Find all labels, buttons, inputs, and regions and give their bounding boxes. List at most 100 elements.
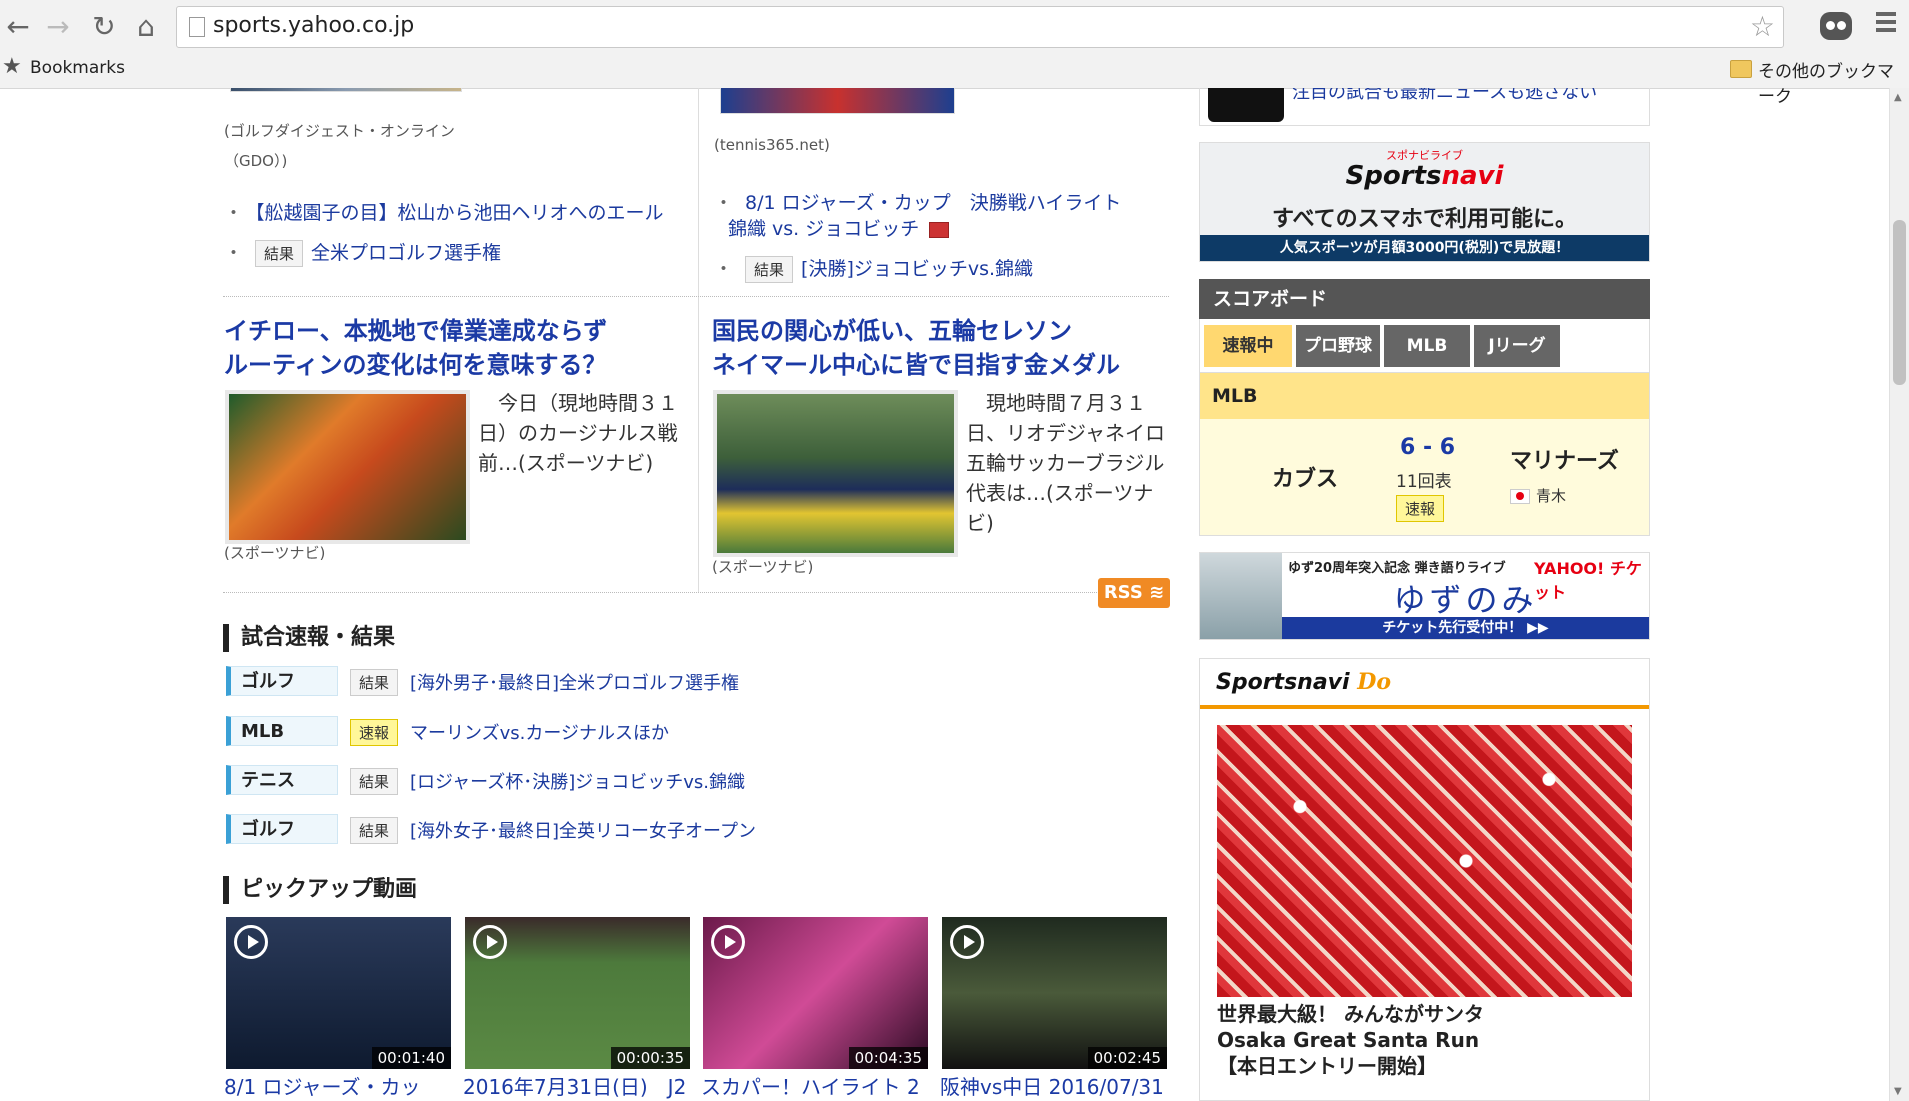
ad-top-text: ゆず20周年突入記念 弾き語りライブ bbox=[1288, 561, 1506, 576]
play-icon bbox=[711, 925, 745, 959]
away-team: マリナーズ bbox=[1510, 449, 1619, 474]
video-duration: 00:04:35 bbox=[848, 1047, 928, 1069]
result-row[interactable]: ゴルフ 結果 [海外女子･最終日]全英リコー女子オープン bbox=[226, 814, 1172, 846]
rss-icon: ≋ bbox=[1149, 582, 1165, 603]
santa-run-image[interactable] bbox=[1217, 725, 1632, 997]
banner-main-text: すべてのスマホで利用可能に。 bbox=[1272, 207, 1577, 232]
scoreboard-game[interactable]: カブス 6 - 6 11回表 速報 マリナーズ 青木 bbox=[1199, 419, 1650, 536]
page-content: (ゴルフダイジェスト・オンライン（GDO）) (tennis365.net) ・… bbox=[0, 88, 1890, 1101]
news-link[interactable]: ・ 8/1 ロジャーズ・カップ 決勝戦ハイライト 錦織 vs. ジョコビッチ bbox=[714, 190, 1121, 242]
scoreboard-league: MLB bbox=[1199, 373, 1650, 419]
article-headline[interactable]: イチロー、本拠地で偉業達成ならず ルーティンの変化は何を意味する？ bbox=[224, 314, 607, 382]
browser-toolbar: ← → ↻ ⌂ sports.yahoo.co.jp ☆ ★ Bookmarks… bbox=[0, 0, 1909, 107]
do-caption[interactable]: 世界最大級！ みんながサンタ Osaka Great Santa Run 【本日… bbox=[1217, 1001, 1484, 1079]
app-promo-box[interactable]: 注目の試合も最新ニュースも逃さない bbox=[1199, 88, 1650, 126]
bookmarks-bar: ★ Bookmarks その他のブックマーク bbox=[0, 54, 1909, 107]
live-badge: 速報 bbox=[350, 719, 399, 746]
result-link[interactable]: [海外男子･最終日]全米プロゴルフ選手権 bbox=[410, 669, 739, 695]
result-sport: ゴルフ bbox=[226, 814, 338, 844]
video-title[interactable]: 阪神vs中日 2016/07/31 bbox=[940, 1071, 1165, 1100]
banner-bottom-text: 人気スポーツが月額3000円(税別)で見放題！ bbox=[1200, 235, 1649, 261]
videos-section-title: ピックアップ動画 bbox=[223, 876, 417, 904]
result-badge: 結果 bbox=[350, 817, 399, 844]
article-source: (スポーツナビ) bbox=[224, 544, 326, 562]
result-sport: テニス bbox=[226, 765, 338, 795]
article-image-baseball[interactable] bbox=[225, 390, 470, 544]
video-duration: 00:01:40 bbox=[371, 1047, 451, 1069]
video-duration: 00:02:45 bbox=[1087, 1047, 1167, 1069]
result-badge: 結果 bbox=[350, 768, 399, 795]
bookmarks-button[interactable]: Bookmarks bbox=[30, 58, 125, 78]
news-link[interactable]: ・【舩越園子の目】松山から池田ヘリオへのエール bbox=[224, 198, 664, 225]
yuzu-ticket-ad[interactable]: ゆず20周年突入記念 弾き語りライブ YAHOO! チケット ゆずのみ チケット… bbox=[1199, 552, 1650, 640]
app-icon bbox=[1208, 88, 1284, 122]
result-link[interactable]: [海外女子･最終日]全英リコー女子オープン bbox=[410, 817, 756, 843]
extension-icon[interactable] bbox=[1820, 12, 1852, 40]
video-thumb[interactable]: 00:01:40 bbox=[226, 917, 451, 1069]
rss-button[interactable]: RSS ≋ bbox=[1098, 578, 1170, 608]
result-link[interactable]: [ロジャーズ杯･決勝]ジョコビッチvs.錦織 bbox=[410, 768, 745, 794]
video-thumb[interactable]: 00:02:45 bbox=[942, 917, 1167, 1069]
menu-icon[interactable] bbox=[1876, 12, 1896, 36]
article-headline[interactable]: 国民の関心が低い、五輪セレソン ネイマール中心に皆で目指す金メダル bbox=[712, 314, 1120, 382]
result-sport: MLB bbox=[226, 716, 338, 746]
article-source: (ゴルフダイジェスト・オンライン（GDO）) bbox=[224, 122, 455, 170]
scroll-up-icon[interactable]: ▲ bbox=[1894, 92, 1902, 103]
video-title[interactable]: 2016年7月31日(日) J2 bbox=[463, 1071, 688, 1100]
game-inning: 11回表 bbox=[1396, 472, 1452, 492]
article-image-soccer[interactable] bbox=[713, 390, 958, 557]
result-badge: 結果 bbox=[745, 256, 794, 283]
back-icon[interactable]: ← bbox=[0, 10, 36, 44]
tab-npb[interactable]: プロ野球 bbox=[1296, 325, 1380, 367]
article-thumb-tennis[interactable] bbox=[720, 88, 955, 114]
japan-flag-icon bbox=[1510, 489, 1530, 504]
result-row[interactable]: ゴルフ 結果 [海外男子･最終日]全米プロゴルフ選手権 bbox=[226, 666, 1172, 698]
result-link[interactable]: マーリンズvs.カージナルスほか bbox=[410, 719, 669, 745]
divider bbox=[223, 296, 1169, 297]
video-thumb[interactable]: 00:04:35 bbox=[703, 917, 928, 1069]
play-icon bbox=[950, 925, 984, 959]
tab-live[interactable]: 速報中 bbox=[1204, 325, 1292, 367]
address-bar[interactable]: sports.yahoo.co.jp ☆ bbox=[176, 6, 1784, 48]
sportsnavi-logo: Sportsnavi bbox=[1345, 161, 1504, 191]
player-label: 青木 bbox=[1510, 485, 1566, 506]
scroll-down-icon[interactable]: ▼ bbox=[1894, 1086, 1902, 1097]
tab-jleague[interactable]: Jリーグ bbox=[1474, 325, 1560, 367]
result-row[interactable]: MLB 速報 マーリンズvs.カージナルスほか bbox=[226, 716, 1172, 748]
bookmarks-star-icon: ★ bbox=[2, 54, 22, 79]
sportsnavi-do-box[interactable]: Sportsnavi Do 世界最大級！ みんながサンタ Osaka Great… bbox=[1199, 658, 1650, 1101]
scroll-thumb[interactable] bbox=[1893, 220, 1906, 385]
result-sport: ゴルフ bbox=[226, 666, 338, 696]
article-thumb-golf[interactable] bbox=[230, 88, 462, 92]
tab-mlb[interactable]: MLB bbox=[1384, 325, 1470, 367]
reload-icon[interactable]: ↻ bbox=[86, 10, 122, 44]
result-row[interactable]: テニス 結果 [ロジャーズ杯･決勝]ジョコビッチvs.錦織 bbox=[226, 765, 1172, 797]
video-title[interactable]: 8/1 ロジャーズ・カッ bbox=[224, 1071, 449, 1100]
article-lead: 現地時間７月３１ 日、リオデジャネイロ 五輪サッカーブラジル 代表は…(スポーツ… bbox=[966, 391, 1165, 535]
video-duration: 00:00:35 bbox=[610, 1047, 690, 1069]
sportsnavi-live-banner[interactable]: スポナビライブ Sportsnavi すべてのスマホで利用可能に。 人気スポーツ… bbox=[1199, 142, 1650, 262]
divider bbox=[223, 592, 1169, 593]
result-badge: 結果 bbox=[255, 240, 304, 267]
play-icon bbox=[473, 925, 507, 959]
results-section-title: 試合速報・結果 bbox=[223, 624, 395, 652]
result-badge: 結果 bbox=[350, 669, 399, 696]
column-divider bbox=[698, 88, 699, 593]
article-source: (スポーツナビ) bbox=[712, 558, 814, 576]
forward-icon[interactable]: → bbox=[40, 10, 76, 44]
scoreboard-title: スコアボード bbox=[1199, 279, 1650, 319]
live-badge: 速報 bbox=[1396, 495, 1445, 522]
scrollbar[interactable]: ▲ ▼ bbox=[1889, 88, 1909, 1101]
scoreboard-tabs: 速報中 プロ野球 MLB Jリーグ bbox=[1199, 319, 1650, 373]
news-link[interactable]: ・結果 [決勝]ジョコビッチvs.錦織 bbox=[714, 254, 1033, 283]
page-icon bbox=[189, 17, 205, 37]
video-title[interactable]: スカパー！ハイライト 2 bbox=[701, 1071, 926, 1100]
article-lead: 今日（現地時間３１ 日）のカージナルス戦 前…(スポーツナビ) bbox=[478, 391, 678, 475]
video-thumb[interactable]: 00:00:35 bbox=[465, 917, 690, 1069]
home-icon[interactable]: ⌂ bbox=[128, 10, 164, 44]
ad-bottom-text: チケット先行受付中！ ▶▶ bbox=[1282, 617, 1649, 639]
bookmark-star-icon[interactable]: ☆ bbox=[1750, 10, 1775, 43]
app-promo-text: 注目の試合も最新ニュースも逃さない bbox=[1292, 88, 1598, 103]
ad-main-text: ゆずのみ bbox=[1393, 581, 1538, 619]
news-link[interactable]: ・結果 全米プロゴルフ選手権 bbox=[224, 238, 501, 267]
